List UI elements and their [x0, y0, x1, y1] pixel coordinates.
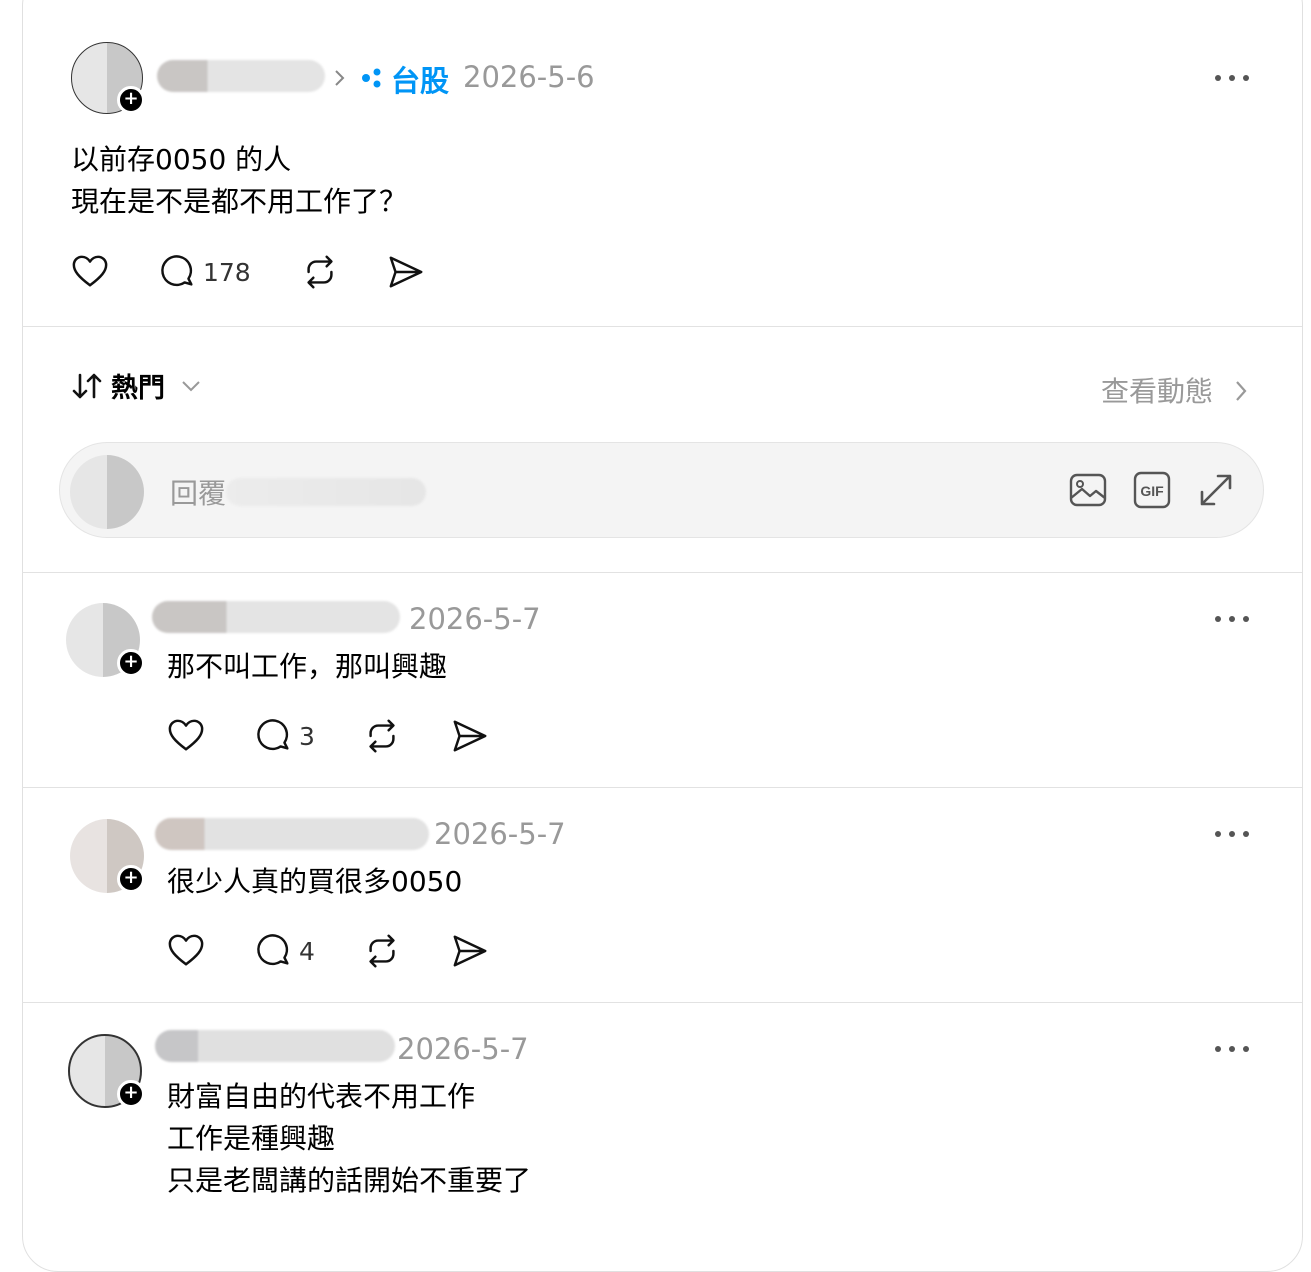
view-activity-link[interactable]: 查看動態	[1101, 370, 1213, 410]
like-button[interactable]	[71, 250, 109, 294]
expand-icon	[1200, 474, 1232, 506]
share-button[interactable]	[387, 250, 425, 294]
more-icon[interactable]	[1215, 1043, 1251, 1055]
divider	[22, 572, 1302, 573]
reply-actions: 4	[167, 929, 567, 973]
post-actions: 178	[71, 250, 471, 294]
reply-text: 很少人真的買很多0050	[167, 865, 463, 898]
sort-label[interactable]: 熱門	[111, 366, 165, 405]
reply-placeholder[interactable]: 回覆	[170, 472, 226, 512]
reply-text: 那不叫工作，那叫興趣	[167, 650, 448, 683]
image-icon	[1069, 473, 1107, 507]
repost-button[interactable]	[363, 714, 401, 758]
comment-button[interactable]: 3	[255, 714, 315, 758]
reply-text: 財富自由的代表不用工作 工作是種興趣 只是老闆講的話開始不重要了	[167, 1080, 532, 1197]
attach-gif-button[interactable]: GIF	[1132, 470, 1172, 514]
follow-plus-icon[interactable]: +	[117, 1080, 145, 1108]
heart-icon	[168, 934, 204, 966]
like-button[interactable]	[167, 929, 205, 973]
comment-count: 3	[299, 721, 315, 751]
comment-icon	[257, 719, 289, 751]
post-line-1: 以前存0050 的人	[71, 143, 292, 176]
share-icon	[453, 935, 487, 967]
repost-icon	[369, 719, 395, 753]
repost-icon	[369, 934, 395, 968]
expand-composer-button[interactable]	[1196, 470, 1236, 514]
repost-icon	[307, 255, 333, 289]
comment-icon	[257, 934, 289, 966]
chevron-down-icon[interactable]	[180, 378, 202, 394]
reply-author-name[interactable]	[155, 1030, 395, 1062]
share-button[interactable]	[451, 929, 489, 973]
divider	[22, 787, 1302, 788]
repost-button[interactable]	[301, 250, 339, 294]
follow-plus-icon[interactable]: +	[117, 649, 145, 677]
comment-count: 4	[299, 936, 315, 966]
sort-icon	[72, 373, 102, 399]
more-icon[interactable]	[1215, 72, 1251, 84]
reply-date: 2026-5-7	[409, 602, 541, 636]
comment-count: 178	[203, 257, 251, 287]
comment-button[interactable]: 4	[255, 929, 315, 973]
chevron-right-icon	[335, 70, 345, 86]
comment-button[interactable]: 178	[159, 250, 251, 294]
reply-date: 2026-5-7	[397, 1032, 529, 1066]
reply-target-name	[226, 478, 426, 506]
comment-icon	[161, 255, 193, 287]
repost-button[interactable]	[363, 929, 401, 973]
share-button[interactable]	[451, 714, 489, 758]
more-icon[interactable]	[1215, 828, 1251, 840]
chevron-right-icon[interactable]	[1232, 378, 1250, 404]
svg-text:GIF: GIF	[1140, 483, 1164, 499]
share-icon	[453, 720, 487, 752]
topic-tag[interactable]: 台股	[391, 58, 449, 100]
heart-icon	[168, 719, 204, 751]
attach-image-button[interactable]	[1068, 470, 1108, 514]
share-icon	[389, 256, 423, 288]
like-button[interactable]	[167, 714, 205, 758]
follow-plus-icon[interactable]: +	[117, 865, 145, 893]
divider	[22, 326, 1302, 327]
topic-dots-icon	[362, 68, 381, 88]
post-line-2: 現在是不是都不用工作了？	[71, 185, 408, 218]
reply-author-name[interactable]	[155, 818, 429, 850]
post-date: 2026-5-6	[463, 60, 595, 94]
reply-actions: 3	[167, 714, 567, 758]
divider	[22, 1002, 1302, 1003]
gif-icon: GIF	[1133, 471, 1171, 509]
heart-icon	[72, 255, 108, 287]
follow-plus-icon[interactable]: +	[117, 86, 145, 114]
author-name[interactable]	[157, 60, 325, 92]
my-avatar	[70, 455, 144, 529]
reply-date: 2026-5-7	[434, 817, 566, 851]
reply-author-name[interactable]	[152, 601, 400, 633]
more-icon[interactable]	[1215, 613, 1251, 625]
